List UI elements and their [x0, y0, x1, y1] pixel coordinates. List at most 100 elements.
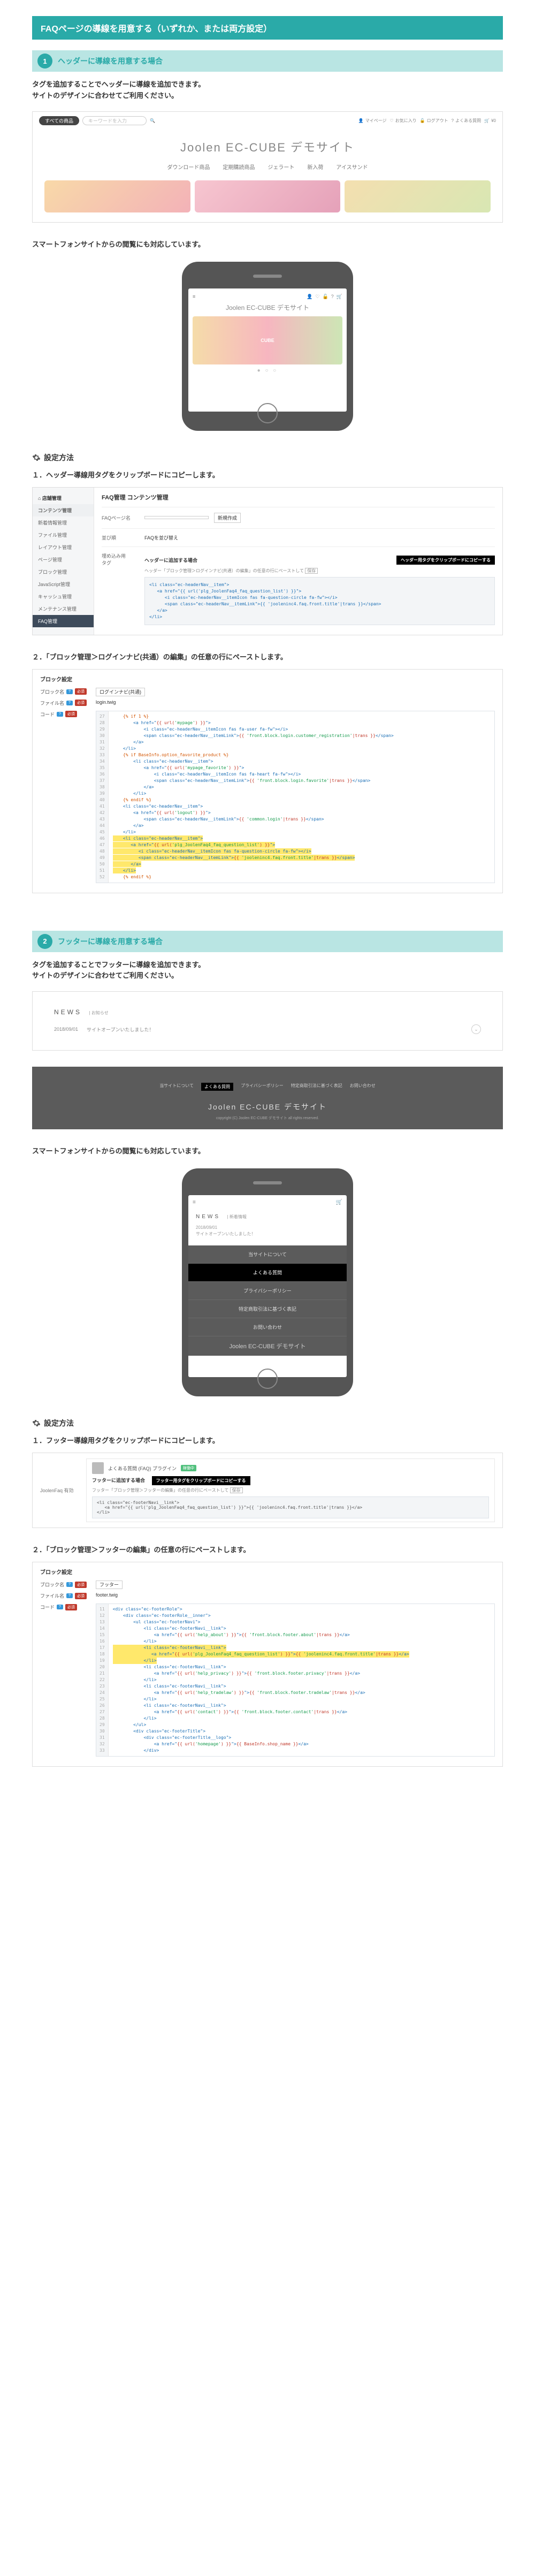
phone-menu-item[interactable]: お問い合わせ: [188, 1318, 347, 1336]
plugin-name: よくある質問 (FAQ) プラグイン: [108, 1465, 177, 1472]
category-dropdown[interactable]: すべての商品: [39, 116, 79, 125]
sidebar-home[interactable]: ⌂ 店舗管理: [33, 492, 94, 504]
cart-icon[interactable]: 🛒: [336, 1199, 342, 1205]
new-button[interactable]: 新規作成: [214, 513, 241, 523]
phone-news-text: サイトオープンいたしました！: [196, 1231, 339, 1237]
required-badge: 必須: [65, 1604, 77, 1610]
sidebar-item[interactable]: JavaScript管理: [33, 578, 94, 590]
block-name-label: ブロック名: [40, 1581, 64, 1588]
carousel-dots: ● ○ ○: [193, 368, 342, 374]
info-badge: ?: [57, 712, 63, 717]
footer-link[interactable]: プライバシーポリシー: [241, 1083, 284, 1091]
nav-item[interactable]: 定期購読商品: [223, 163, 255, 171]
phone-menu-faq[interactable]: よくある質問: [188, 1264, 347, 1282]
hero-images: [39, 180, 496, 218]
sidebar-item[interactable]: レイアウト管理: [33, 541, 94, 553]
footer-section-title: フッターに追加する場合: [92, 1478, 145, 1483]
tag-label: 埋め込み用タグ: [102, 552, 139, 566]
running-badge: 稼働中: [181, 1465, 196, 1471]
logout-link[interactable]: 🔓 ログアウト: [420, 118, 448, 124]
footer-link[interactable]: 当サイトについて: [159, 1083, 194, 1091]
required-badge: 必須: [75, 688, 87, 695]
admin-page-title: FAQ管理 コンテンツ管理: [102, 493, 495, 501]
header-section-title: ヘッダーに追加する場合: [144, 557, 197, 564]
section-1-title: ヘッダーに導線を用意する場合: [58, 56, 163, 66]
block-setting-title: ブロック設定: [40, 675, 495, 683]
sidebar-item[interactable]: メンテナンス管理: [33, 603, 94, 615]
phone-mockup-2: ≡ 🛒 NEWS | 新着情報 2018/09/01 サイトオープンいたしました…: [182, 1168, 353, 1396]
footer-link[interactable]: 特定商取引法に基づく表記: [291, 1083, 342, 1091]
desktop-header-screenshot: すべての商品 キーワードを入力 🔍 👤 マイページ ♡ お気に入り 🔓 ログアウ…: [32, 111, 503, 223]
sidebar-item[interactable]: 新着情報管理: [33, 516, 94, 529]
news-date: 2018/09/01: [54, 1027, 78, 1032]
section-2-number: 2: [37, 934, 52, 949]
phone-menu-item[interactable]: 特定商取引法に基づく表記: [188, 1300, 347, 1318]
sidebar-item[interactable]: ページ管理: [33, 553, 94, 566]
plugin-screenshot: JoolenFaq 有効 よくある質問 (FAQ) プラグイン 稼働中 フッター…: [32, 1453, 503, 1528]
required-badge: 必須: [75, 1593, 87, 1599]
sp-note-2: スマートフォンサイトからの閲覧にも対応しています。: [32, 1145, 503, 1156]
settings-heading-1: 設定方法: [32, 452, 503, 463]
nav-item[interactable]: ダウンロード商品: [167, 163, 210, 171]
nav-item[interactable]: ジェラート: [268, 163, 294, 171]
pagename-input[interactable]: [144, 516, 209, 519]
section-2-intro: タグを追加することでフッターに導線を追加できます。サイトのデザインに合わせてご利…: [32, 960, 503, 982]
block-name-input[interactable]: フッター: [96, 1580, 123, 1589]
section-2-title: フッターに導線を用意する場合: [58, 936, 163, 947]
phone-hero: CUBE: [193, 316, 342, 364]
news-text: サイトオープンいたしました！: [87, 1026, 154, 1033]
hamburger-icon[interactable]: ≡: [193, 294, 195, 299]
info-badge: ?: [66, 1593, 73, 1598]
phone-footer-menu: 当サイトについて よくある質問 プライバシーポリシー 特定商取引法に基づく表記 …: [188, 1245, 347, 1336]
footer-tag-code: <li class="ec-footerNavi__link"> <a href…: [92, 1496, 489, 1518]
phone-news-date: 2018/09/01: [196, 1225, 339, 1230]
required-badge: 必須: [75, 700, 87, 706]
sidebar-faq-active[interactable]: FAQ管理: [33, 615, 94, 627]
sidebar-item[interactable]: キャッシュ管理: [33, 590, 94, 603]
search-icon[interactable]: 🔍: [150, 118, 155, 123]
phone-news-sub: | 新着情報: [227, 1214, 247, 1219]
file-name-value: login.twig: [96, 700, 116, 705]
footer-link[interactable]: お問い合わせ: [350, 1083, 376, 1091]
faq-link[interactable]: ? よくある質問: [452, 118, 481, 124]
nav-item[interactable]: アイスサンド: [336, 163, 368, 171]
sidebar-content[interactable]: コンテンツ管理: [33, 504, 94, 516]
sidebar-item[interactable]: ファイル管理: [33, 529, 94, 541]
footer-faq-link[interactable]: よくある質問: [201, 1083, 233, 1091]
sidebar-item[interactable]: ブロック管理: [33, 566, 94, 578]
footer-screenshot: 当サイトについて よくある質問 プライバシーポリシー 特定商取引法に基づく表記 …: [32, 1067, 503, 1129]
info-badge: ?: [66, 701, 73, 705]
info-badge: ?: [57, 1605, 63, 1609]
phone-menu-item[interactable]: 当サイトについて: [188, 1245, 347, 1264]
block-name-input[interactable]: ログインナビ(共通): [96, 688, 145, 696]
code-label: コード: [40, 1604, 55, 1610]
desktop-nav: ダウンロード商品 定期購読商品 ジェラート 新入荷 アイスサンド: [39, 163, 496, 180]
chevron-down-icon[interactable]: ⌄: [471, 1024, 481, 1034]
search-input[interactable]: キーワードを入力: [82, 116, 147, 125]
block-name-label: ブロック名: [40, 688, 64, 695]
code-editor-2[interactable]: 1112131415161718192021222324252627282930…: [96, 1604, 495, 1757]
phone-footer-brand: Joolen EC-CUBE デモサイト: [188, 1336, 347, 1356]
footer-nav: 当サイトについて よくある質問 プライバシーポリシー 特定商取引法に基づく表記 …: [37, 1083, 498, 1091]
header-tag-code: <li class="ec-headerNav__item"> <a href=…: [144, 577, 495, 625]
hamburger-icon[interactable]: ≡: [193, 1199, 196, 1205]
copy-footer-tag-button[interactable]: フッター用タグをクリップボードにコピーする: [152, 1476, 250, 1485]
step-2-2: ２．「ブロック管理＞フッターの編集」の任意の行にペーストします。: [32, 1544, 503, 1554]
file-name-label: ファイル名: [40, 700, 64, 706]
code-editor-1[interactable]: 2728293031323334353637383940414243444546…: [96, 711, 495, 883]
cart-link[interactable]: 🛒 ¥0: [484, 118, 496, 123]
admin-screenshot-1: ⌂ 店舗管理 コンテンツ管理 新着情報管理 ファイル管理 レイアウト管理 ページ…: [32, 487, 503, 635]
favorite-link[interactable]: ♡ お気に入り: [390, 118, 417, 124]
phone-menu-item[interactable]: プライバシーポリシー: [188, 1282, 347, 1300]
nav-item[interactable]: 新入荷: [307, 163, 323, 171]
copy-header-tag-button[interactable]: ヘッダー用タグをクリップボードにコピーする: [396, 556, 495, 565]
required-badge: 必須: [75, 1582, 87, 1588]
settings-heading-2: 設定方法: [32, 1418, 503, 1428]
phone-news-title: NEWS: [196, 1214, 220, 1220]
block-editor-1: ブロック設定 ブロック名?必須 ログインナビ(共通) ファイル名?必須 logi…: [32, 669, 503, 893]
admin-sidebar: ⌂ 店舗管理 コンテンツ管理 新着情報管理 ファイル管理 レイアウト管理 ページ…: [33, 488, 94, 635]
step-2-1: １．フッター導線用タグをクリップボードにコピーします。: [32, 1435, 503, 1445]
section-1-number: 1: [37, 54, 52, 69]
mypage-link[interactable]: 👤 マイページ: [358, 118, 387, 124]
footer-copyright: copyright (C) Joolen EC-CUBE デモサイト all r…: [37, 1115, 498, 1121]
